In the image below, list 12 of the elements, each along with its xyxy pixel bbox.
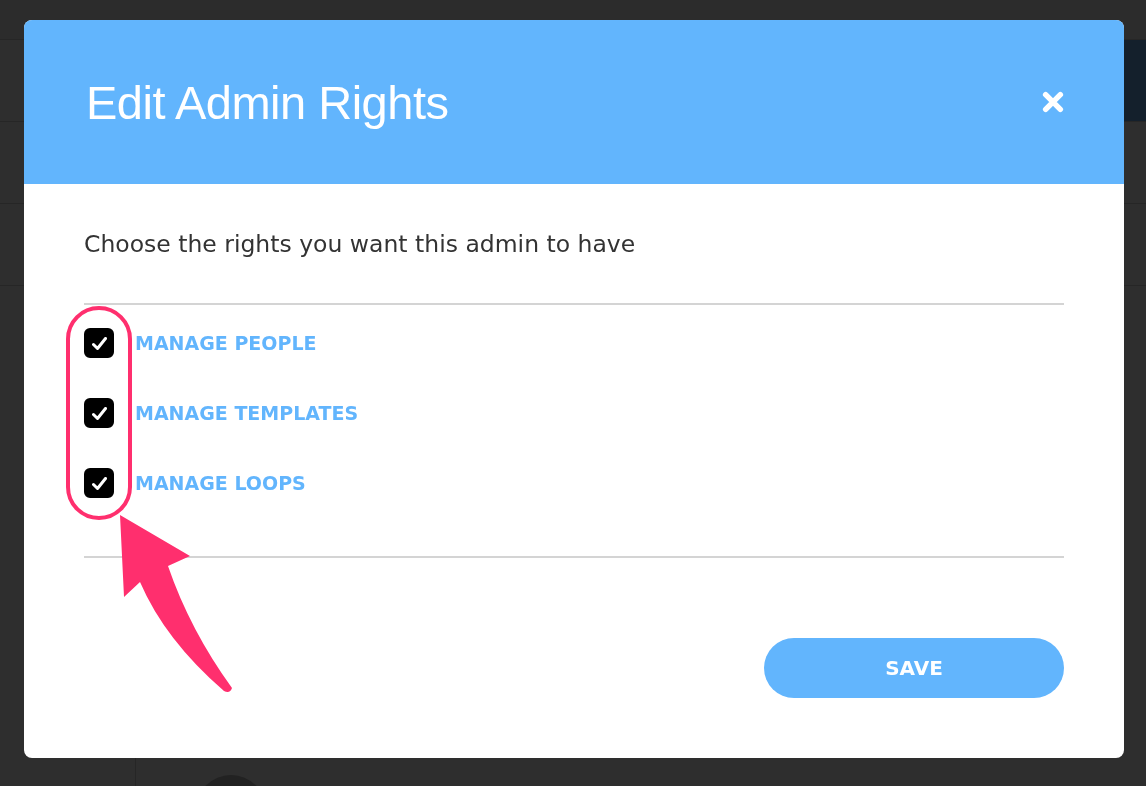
save-button[interactable]: SAVE — [764, 638, 1064, 698]
checkbox-label[interactable]: MANAGE PEOPLE — [135, 332, 317, 354]
checkbox[interactable] — [84, 398, 114, 428]
check-icon — [91, 406, 107, 420]
prompt-text: Choose the rights you want this admin to have — [84, 229, 637, 260]
checkbox-label[interactable]: MANAGE LOOPS — [135, 472, 306, 494]
checkbox[interactable] — [84, 328, 114, 358]
dialog-title: Edit Admin Rights — [86, 74, 449, 130]
checkbox-label[interactable]: MANAGE TEMPLATES — [135, 402, 359, 424]
checkbox[interactable] — [84, 468, 114, 498]
check-icon — [91, 476, 107, 490]
check-icon — [91, 336, 107, 350]
